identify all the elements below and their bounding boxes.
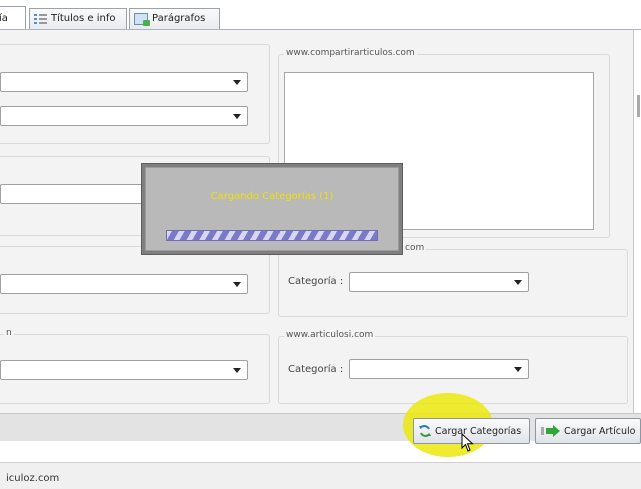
loading-text: Cargando Categorías (1) — [210, 191, 334, 202]
site-title: www.compartirarticulos.com — [284, 48, 417, 59]
chevron-down-icon — [233, 368, 241, 373]
group-title: n — [4, 328, 14, 339]
chevron-down-icon — [514, 280, 522, 285]
tab-general[interactable]: ía — [0, 6, 26, 30]
category-dropdown[interactable] — [349, 272, 529, 292]
paragraph-icon — [134, 13, 150, 26]
category-label: Categoría : — [288, 276, 344, 287]
chevron-down-icon — [233, 80, 241, 85]
mouse-cursor-icon — [461, 433, 474, 452]
left-group-1 — [0, 44, 270, 144]
tab-label: Parágrafos — [152, 13, 206, 24]
dropdown-1[interactable] — [0, 72, 248, 92]
status-text: iculoz.com — [6, 473, 60, 484]
tab-label: ía — [0, 12, 8, 24]
splitter-handle[interactable] — [637, 95, 640, 117]
status-bar — [0, 462, 641, 489]
arrow-right-icon — [541, 425, 560, 437]
dropdown-2[interactable] — [0, 106, 248, 126]
category-dropdown[interactable] — [349, 359, 529, 379]
splitter[interactable] — [633, 30, 641, 413]
button-label: Cargar Artículo — [564, 425, 636, 437]
button-label: Cargar Categorías — [435, 425, 522, 437]
chevron-down-icon — [514, 367, 522, 372]
category-label: Categoría : — [288, 364, 344, 375]
tab-label: Títulos e info — [51, 13, 116, 24]
site-title: www.articulosi.com — [284, 330, 376, 341]
tab-titles-info[interactable]: Títulos e info — [29, 8, 127, 29]
site-title-suffix: com — [403, 243, 427, 254]
chevron-down-icon — [233, 114, 241, 119]
load-article-button[interactable]: Cargar Artículo — [535, 418, 641, 444]
tab-paragraphs[interactable]: Parágrafos — [129, 8, 220, 29]
refresh-icon — [419, 425, 431, 437]
list-icon — [34, 13, 47, 25]
chevron-down-icon — [233, 282, 241, 287]
dropdown-3[interactable] — [0, 184, 145, 204]
loading-progress-bar — [166, 230, 378, 241]
dropdown-5[interactable] — [0, 360, 248, 380]
dropdown-4[interactable] — [0, 274, 248, 294]
